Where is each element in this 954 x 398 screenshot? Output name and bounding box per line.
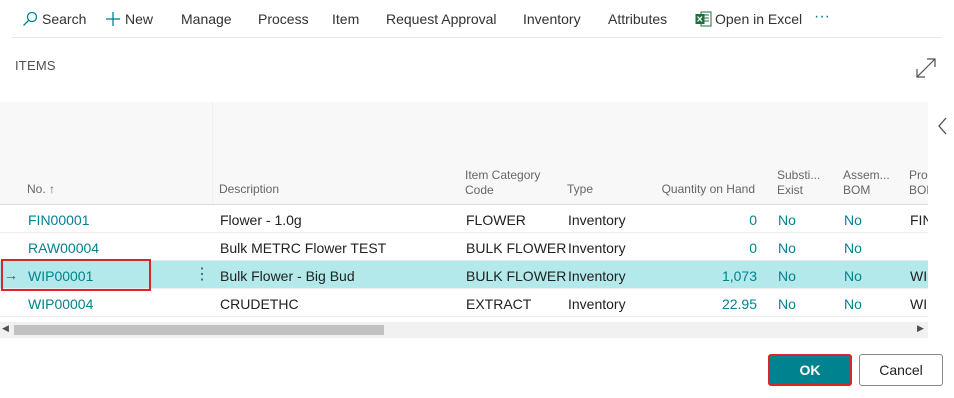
col-header-item-category-code[interactable]: Item Category Code bbox=[465, 168, 540, 198]
col-header-assembly-bom[interactable]: Assem... BOM bbox=[843, 168, 890, 198]
horizontal-scrollbar[interactable]: ◀ ▶ bbox=[0, 322, 928, 338]
factbox-toggle[interactable] bbox=[936, 116, 948, 136]
cell-qty[interactable]: 0 bbox=[640, 212, 757, 228]
item-menu[interactable]: Item bbox=[332, 11, 359, 27]
col-header-description[interactable]: Description bbox=[219, 182, 279, 197]
col-header-item-category-line1: Item Category bbox=[465, 168, 541, 182]
col-header-assem-line2: BOM bbox=[843, 183, 871, 197]
expand-icon bbox=[916, 58, 936, 78]
row-actions-menu-icon[interactable]: ⋮ bbox=[194, 264, 210, 284]
cell-subst[interactable]: No bbox=[778, 296, 796, 312]
cell-no[interactable]: WIP00004 bbox=[28, 296, 93, 312]
search-label: Search bbox=[42, 11, 87, 27]
col-header-prod-line2: BOM bbox=[909, 183, 928, 197]
cell-prod: WI bbox=[910, 296, 928, 312]
process-menu[interactable]: Process bbox=[258, 11, 309, 27]
search-icon bbox=[23, 11, 38, 26]
new-action[interactable]: New bbox=[105, 11, 153, 27]
excel-icon bbox=[695, 11, 712, 27]
col-header-substitutes-exist[interactable]: Substi... Exist bbox=[777, 168, 820, 198]
cell-category: BULK FLOWER bbox=[466, 268, 567, 284]
cell-assem[interactable]: No bbox=[844, 212, 862, 228]
col-header-type[interactable]: Type bbox=[567, 182, 593, 197]
cell-no[interactable]: RAW00004 bbox=[28, 240, 99, 256]
cancel-button[interactable]: Cancel bbox=[859, 354, 943, 386]
more-options-button[interactable]: ··· bbox=[814, 8, 830, 26]
search-action[interactable]: Search bbox=[22, 11, 86, 27]
col-header-prod-line1: Pro bbox=[909, 168, 928, 182]
col-header-subst-line1: Substi... bbox=[777, 168, 821, 182]
plus-icon bbox=[106, 12, 120, 26]
chevron-left-icon bbox=[938, 117, 947, 135]
cell-category: BULK FLOWER bbox=[466, 240, 567, 256]
cell-description: CRUDETHC bbox=[220, 296, 299, 312]
expand-button[interactable] bbox=[914, 56, 938, 80]
table-row[interactable]: FIN00001 Flower - 1.0g FLOWER Inventory … bbox=[0, 205, 928, 233]
cell-prod: WI bbox=[910, 268, 928, 284]
new-label: New bbox=[125, 11, 154, 27]
table-row[interactable]: WIP00004 CRUDETHC EXTRACT Inventory 22.9… bbox=[0, 289, 928, 317]
cell-qty[interactable]: 0 bbox=[640, 240, 757, 256]
scrollbar-thumb[interactable] bbox=[14, 325, 384, 335]
cell-type: Inventory bbox=[568, 296, 626, 312]
scroll-left-icon[interactable]: ◀ bbox=[2, 323, 9, 334]
cell-category: FLOWER bbox=[466, 212, 526, 228]
inventory-menu[interactable]: Inventory bbox=[523, 11, 581, 27]
table-row[interactable]: RAW00004 Bulk METRC Flower TEST BULK FLO… bbox=[0, 233, 928, 261]
cell-no[interactable]: FIN00001 bbox=[28, 212, 89, 228]
cell-subst[interactable]: No bbox=[778, 212, 796, 228]
header-divider bbox=[212, 102, 213, 204]
cell-type: Inventory bbox=[568, 212, 626, 228]
request-approval-menu[interactable]: Request Approval bbox=[386, 11, 497, 27]
col-header-assem-line1: Assem... bbox=[843, 168, 890, 182]
cell-description: Bulk Flower - Big Bud bbox=[220, 268, 355, 284]
col-header-production-bom[interactable]: Pro BOM bbox=[909, 168, 928, 198]
cell-prod: FIN bbox=[910, 212, 928, 228]
open-in-excel-label: Open in Excel bbox=[715, 11, 803, 27]
cell-description: Flower - 1.0g bbox=[220, 212, 302, 228]
cell-type: Inventory bbox=[568, 268, 626, 284]
open-in-excel-action[interactable]: Open in Excel bbox=[695, 11, 802, 27]
cell-qty[interactable]: 22.95 bbox=[640, 296, 757, 312]
cell-assem[interactable]: No bbox=[844, 296, 862, 312]
page-title: ITEMS bbox=[15, 58, 56, 73]
cell-subst[interactable]: No bbox=[778, 268, 796, 284]
cell-assem[interactable]: No bbox=[844, 268, 862, 284]
attributes-menu[interactable]: Attributes bbox=[608, 11, 667, 27]
cell-qty[interactable]: 1,073 bbox=[640, 268, 757, 284]
cell-description: Bulk METRC Flower TEST bbox=[220, 240, 387, 256]
items-grid: No. ↑ Description Item Category Code Typ… bbox=[0, 102, 928, 340]
cell-type: Inventory bbox=[568, 240, 626, 256]
manage-menu[interactable]: Manage bbox=[181, 11, 232, 27]
col-header-subst-line2: Exist bbox=[777, 183, 804, 197]
col-header-no[interactable]: No. ↑ bbox=[27, 182, 55, 197]
scroll-right-icon[interactable]: ▶ bbox=[917, 323, 924, 334]
cell-subst[interactable]: No bbox=[778, 240, 796, 256]
cell-category: EXTRACT bbox=[466, 296, 532, 312]
highlight-box bbox=[1, 259, 151, 291]
col-header-qty-on-hand[interactable]: Quantity on Hand bbox=[640, 182, 755, 197]
action-bar: Search New Manage Process Item Request A… bbox=[12, 0, 942, 38]
ok-button[interactable]: OK bbox=[768, 354, 852, 386]
col-header-item-category-line2: Code bbox=[465, 183, 494, 197]
cell-assem[interactable]: No bbox=[844, 240, 862, 256]
